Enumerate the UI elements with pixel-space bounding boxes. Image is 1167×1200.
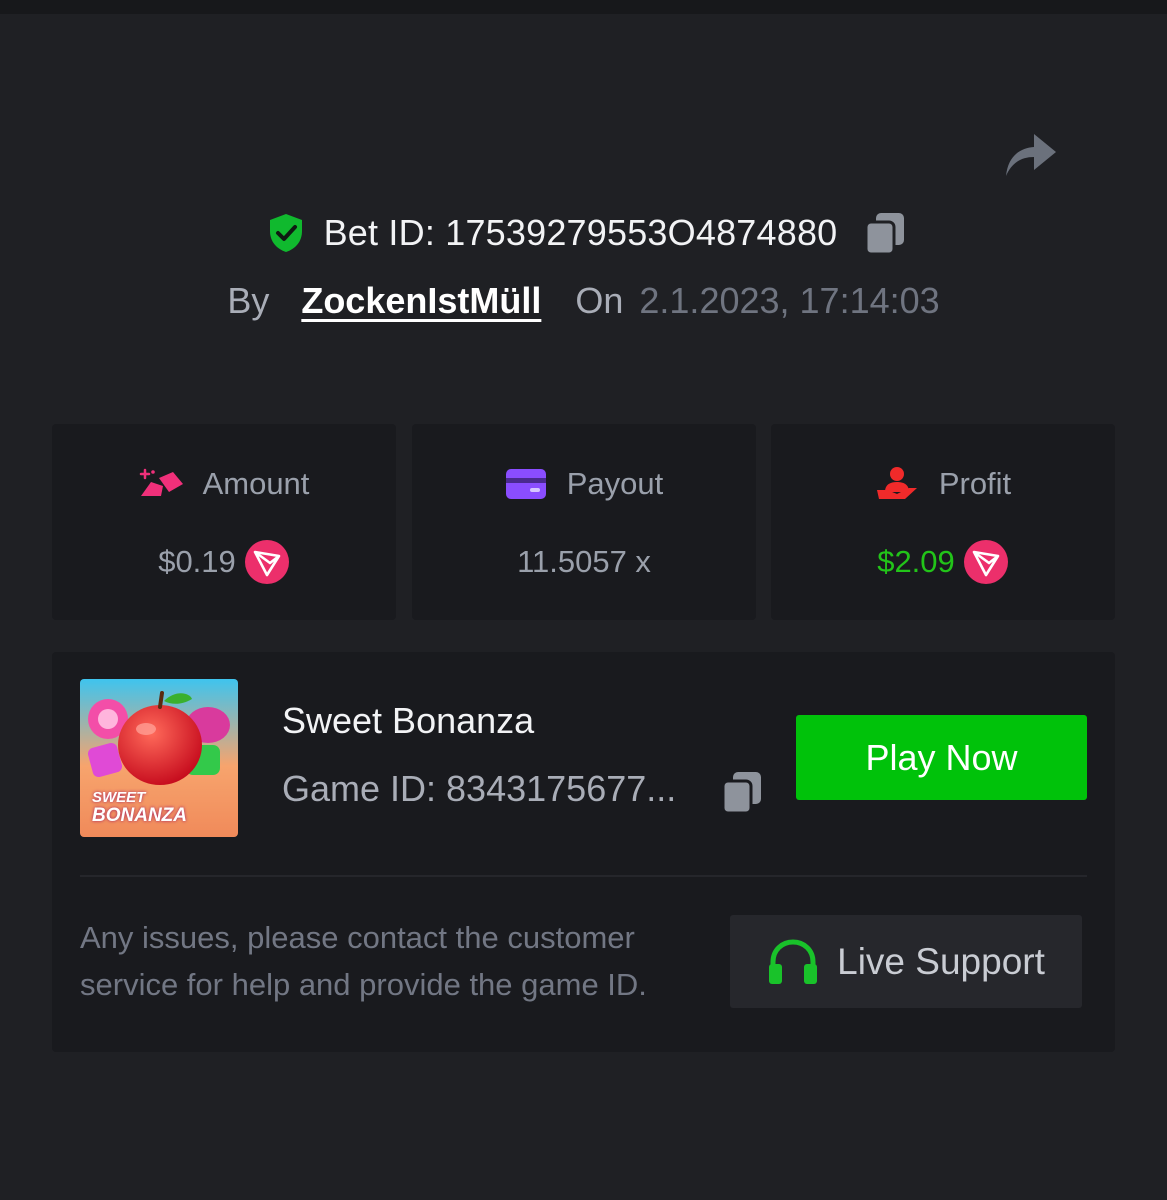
live-support-label: Live Support — [837, 940, 1045, 982]
amount-card: Amount $0.19 — [52, 424, 396, 620]
support-message: Any issues, please contact the customer … — [80, 920, 647, 1002]
bet-id: Bet ID: 17539279553O4874880 — [323, 212, 838, 253]
amount-icon — [139, 468, 183, 496]
profit-value: $2.09 — [877, 544, 955, 579]
game-panel: SWEET BONANZA Sweet Bonanza Game ID: 834… — [52, 652, 1115, 1052]
bet-meta-row: By ZockenIstMüll On 2.1.2023, 17:14:03 — [0, 275, 1167, 327]
headset-icon — [769, 938, 818, 984]
amount-value: $0.19 — [158, 544, 236, 579]
wallet-icon — [505, 469, 546, 499]
payout-value: 11.5057 x — [517, 544, 651, 579]
stats-cards: Amount $0.19 Payout 11.5057 x Profit $2.… — [52, 424, 1115, 620]
profit-card: Profit $2.09 — [771, 424, 1115, 620]
top-bar — [0, 0, 1167, 14]
divider — [80, 875, 1087, 877]
game-name: Sweet Bonanza — [282, 700, 535, 741]
tron-coin-icon — [963, 540, 1008, 584]
copy-game-id-icon[interactable] — [720, 768, 764, 816]
game-thumbnail[interactable]: SWEET BONANZA — [80, 679, 238, 837]
game-id: Game ID: 8343175677... — [282, 768, 677, 809]
play-now-button[interactable]: Play Now — [796, 715, 1087, 800]
bet-datetime: 2.1.2023, 17:14:03 — [639, 280, 940, 321]
copy-bet-id-icon[interactable] — [863, 209, 907, 257]
share-icon — [1006, 134, 1056, 176]
bet-id-row: Bet ID: 17539279553O4874880 — [0, 205, 1167, 261]
payout-card: Payout 11.5057 x — [412, 424, 756, 620]
amount-title: Amount — [202, 466, 310, 501]
username-link[interactable]: ZockenIstMüll — [301, 280, 541, 322]
payout-title: Payout — [566, 466, 664, 501]
thumb-title-1: SWEET — [92, 789, 146, 806]
on-label: On — [575, 280, 624, 321]
profit-title: Profit — [938, 466, 1012, 501]
by-label: By — [227, 280, 270, 321]
thumb-title-2: BONANZA — [92, 805, 187, 826]
live-support-button[interactable]: Live Support — [730, 915, 1082, 1008]
profit-hand-icon — [876, 467, 917, 499]
share-button[interactable] — [998, 126, 1060, 182]
verified-shield-icon — [269, 214, 302, 252]
tron-coin-icon — [244, 540, 289, 584]
